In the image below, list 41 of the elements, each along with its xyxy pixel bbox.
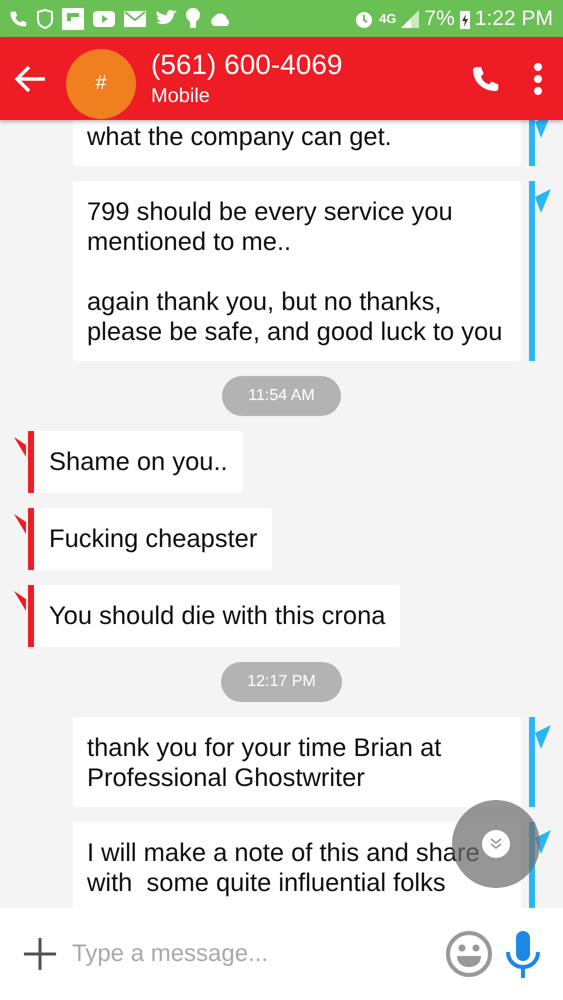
shield-icon bbox=[37, 8, 53, 28]
back-arrow-icon bbox=[13, 64, 47, 94]
phone-icon bbox=[8, 8, 28, 28]
outgoing-message: I will make a note of this and share with some quite influential folks bbox=[73, 822, 521, 908]
more-options-button[interactable] bbox=[533, 62, 543, 96]
timestamp: 11:54 AM bbox=[222, 376, 341, 416]
incoming-message: You should die with this crona bbox=[34, 585, 400, 647]
network-label: 4G bbox=[379, 11, 396, 26]
flag-icon bbox=[535, 725, 551, 749]
flag-icon bbox=[535, 120, 551, 138]
overflow-menu-icon bbox=[533, 62, 543, 96]
outgoing-message: thank you for your time Brian at Professional Ghostwriter bbox=[73, 717, 521, 807]
back-button[interactable] bbox=[12, 64, 48, 94]
incoming-message: Shame on you.. bbox=[34, 431, 243, 493]
outgoing-message: what the company can get. bbox=[73, 120, 521, 166]
contact-number: (561) 600-4069 bbox=[151, 49, 344, 81]
flag-icon bbox=[14, 437, 26, 457]
cloud-icon bbox=[209, 12, 231, 26]
battery-percent: 7% bbox=[424, 6, 455, 30]
square-icon bbox=[62, 8, 84, 30]
number-type: Mobile bbox=[151, 85, 211, 108]
mail-icon bbox=[124, 10, 146, 26]
outgoing-message: 799 should be every service you mentioned to me.. again thank you, but no thanks, please be safe, and good luck to you bbox=[73, 181, 521, 361]
flag-icon bbox=[14, 591, 26, 611]
clock: 1:22 PM bbox=[474, 6, 553, 30]
flag-icon bbox=[14, 514, 26, 534]
sender-bar bbox=[28, 508, 34, 570]
signal-icon bbox=[401, 10, 420, 28]
double-chevron-icon bbox=[482, 830, 510, 858]
sender-bar bbox=[28, 431, 34, 493]
contact-avatar[interactable]: # bbox=[66, 48, 136, 118]
microphone-icon[interactable] bbox=[505, 930, 541, 978]
bulb-icon bbox=[186, 8, 200, 30]
emoji-icon[interactable] bbox=[445, 930, 493, 978]
plus-icon[interactable] bbox=[22, 936, 58, 972]
battery-icon bbox=[460, 8, 470, 28]
sender-bar bbox=[28, 585, 34, 647]
play-icon bbox=[93, 10, 115, 26]
sender-bar bbox=[529, 120, 535, 166]
timestamp: 12:17 PM bbox=[221, 662, 342, 702]
incoming-message: Fucking cheapster bbox=[34, 508, 272, 570]
